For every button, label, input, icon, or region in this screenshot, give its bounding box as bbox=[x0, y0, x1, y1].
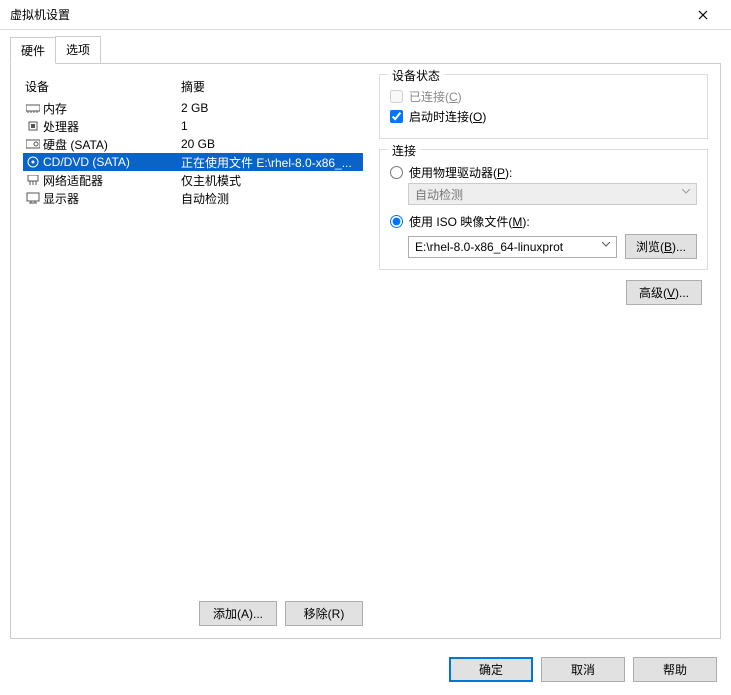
poweron-label: 启动时连接(O) bbox=[409, 108, 486, 125]
device-table: 设备 摘要 内存 2 GB 处理器 1 bbox=[23, 74, 363, 207]
table-row[interactable]: 硬盘 (SATA) 20 GB bbox=[23, 135, 363, 153]
tab-options[interactable]: 选项 bbox=[55, 36, 101, 63]
ok-button[interactable]: 确定 bbox=[449, 657, 533, 682]
device-table-header: 设备 摘要 bbox=[23, 74, 363, 99]
device-summary: 正在使用文件 E:\rhel-8.0-x86_... bbox=[181, 154, 361, 171]
header-device: 设备 bbox=[25, 78, 181, 95]
device-status-legend: 设备状态 bbox=[388, 67, 444, 84]
device-summary: 2 GB bbox=[181, 101, 361, 115]
table-row[interactable]: 显示器 自动检测 bbox=[23, 189, 363, 207]
tabs: 硬件 选项 bbox=[10, 36, 721, 63]
device-status-group: 设备状态 已连接(C) 启动时连接(O) bbox=[379, 74, 708, 139]
device-summary: 20 GB bbox=[181, 137, 361, 151]
connection-legend: 连接 bbox=[388, 142, 420, 159]
help-button[interactable]: 帮助 bbox=[633, 657, 717, 682]
close-button[interactable] bbox=[683, 0, 723, 29]
use-physical-radio-row[interactable]: 使用物理驱动器(P): bbox=[390, 164, 697, 181]
device-name: 网络适配器 bbox=[43, 172, 181, 189]
table-row[interactable]: 内存 2 GB bbox=[23, 99, 363, 117]
connected-checkbox bbox=[390, 90, 403, 103]
device-name: 显示器 bbox=[43, 190, 181, 207]
device-summary: 仅主机模式 bbox=[181, 172, 361, 189]
physical-drive-combo: 自动检测 bbox=[408, 183, 697, 205]
cancel-button[interactable]: 取消 bbox=[541, 657, 625, 682]
connection-group: 连接 使用物理驱动器(P): 自动检测 使用 ISO 映像文件(M): bbox=[379, 149, 708, 270]
header-summary: 摘要 bbox=[181, 78, 361, 95]
connected-checkbox-row: 已连接(C) bbox=[390, 88, 697, 105]
tab-hardware[interactable]: 硬件 bbox=[10, 37, 56, 64]
network-icon bbox=[25, 173, 41, 187]
use-iso-radio[interactable] bbox=[390, 215, 403, 228]
table-row[interactable]: 处理器 1 bbox=[23, 117, 363, 135]
table-row[interactable]: 网络适配器 仅主机模式 bbox=[23, 171, 363, 189]
iso-path-combo[interactable]: E:\rhel-8.0-x86_64-linuxprot bbox=[408, 236, 617, 258]
titlebar: 虚拟机设置 bbox=[0, 0, 731, 30]
close-icon bbox=[698, 10, 708, 20]
device-name: 硬盘 (SATA) bbox=[43, 136, 181, 153]
cpu-icon bbox=[25, 119, 41, 133]
add-button[interactable]: 添加(A)... bbox=[199, 601, 277, 626]
tab-panel: 设备 摘要 内存 2 GB 处理器 1 bbox=[10, 63, 721, 639]
connected-label: 已连接(C) bbox=[409, 88, 462, 105]
device-name: 内存 bbox=[43, 100, 181, 117]
table-row[interactable]: CD/DVD (SATA) 正在使用文件 E:\rhel-8.0-x86_... bbox=[23, 153, 363, 171]
device-name: 处理器 bbox=[43, 118, 181, 135]
cd-icon bbox=[25, 155, 41, 169]
use-physical-radio[interactable] bbox=[390, 166, 403, 179]
device-summary: 自动检测 bbox=[181, 190, 361, 207]
use-physical-label: 使用物理驱动器(P): bbox=[409, 164, 512, 181]
disk-icon bbox=[25, 137, 41, 151]
physical-drive-value: 自动检测 bbox=[415, 186, 463, 203]
use-iso-radio-row[interactable]: 使用 ISO 映像文件(M): bbox=[390, 213, 697, 230]
dialog-footer: 确定 取消 帮助 bbox=[0, 645, 731, 693]
chevron-down-icon bbox=[682, 189, 690, 195]
device-summary: 1 bbox=[181, 119, 361, 133]
monitor-icon bbox=[25, 191, 41, 205]
iso-path-value: E:\rhel-8.0-x86_64-linuxprot bbox=[415, 240, 563, 254]
browse-button[interactable]: 浏览(B)... bbox=[625, 234, 697, 259]
advanced-button[interactable]: 高级(V)... bbox=[626, 280, 702, 305]
remove-button[interactable]: 移除(R) bbox=[285, 601, 363, 626]
poweron-checkbox-row[interactable]: 启动时连接(O) bbox=[390, 108, 697, 125]
window-title: 虚拟机设置 bbox=[10, 6, 683, 23]
use-iso-label: 使用 ISO 映像文件(M): bbox=[409, 213, 530, 230]
chevron-down-icon bbox=[602, 242, 610, 248]
memory-icon bbox=[25, 101, 41, 115]
device-name: CD/DVD (SATA) bbox=[43, 155, 181, 169]
poweron-checkbox[interactable] bbox=[390, 110, 403, 123]
